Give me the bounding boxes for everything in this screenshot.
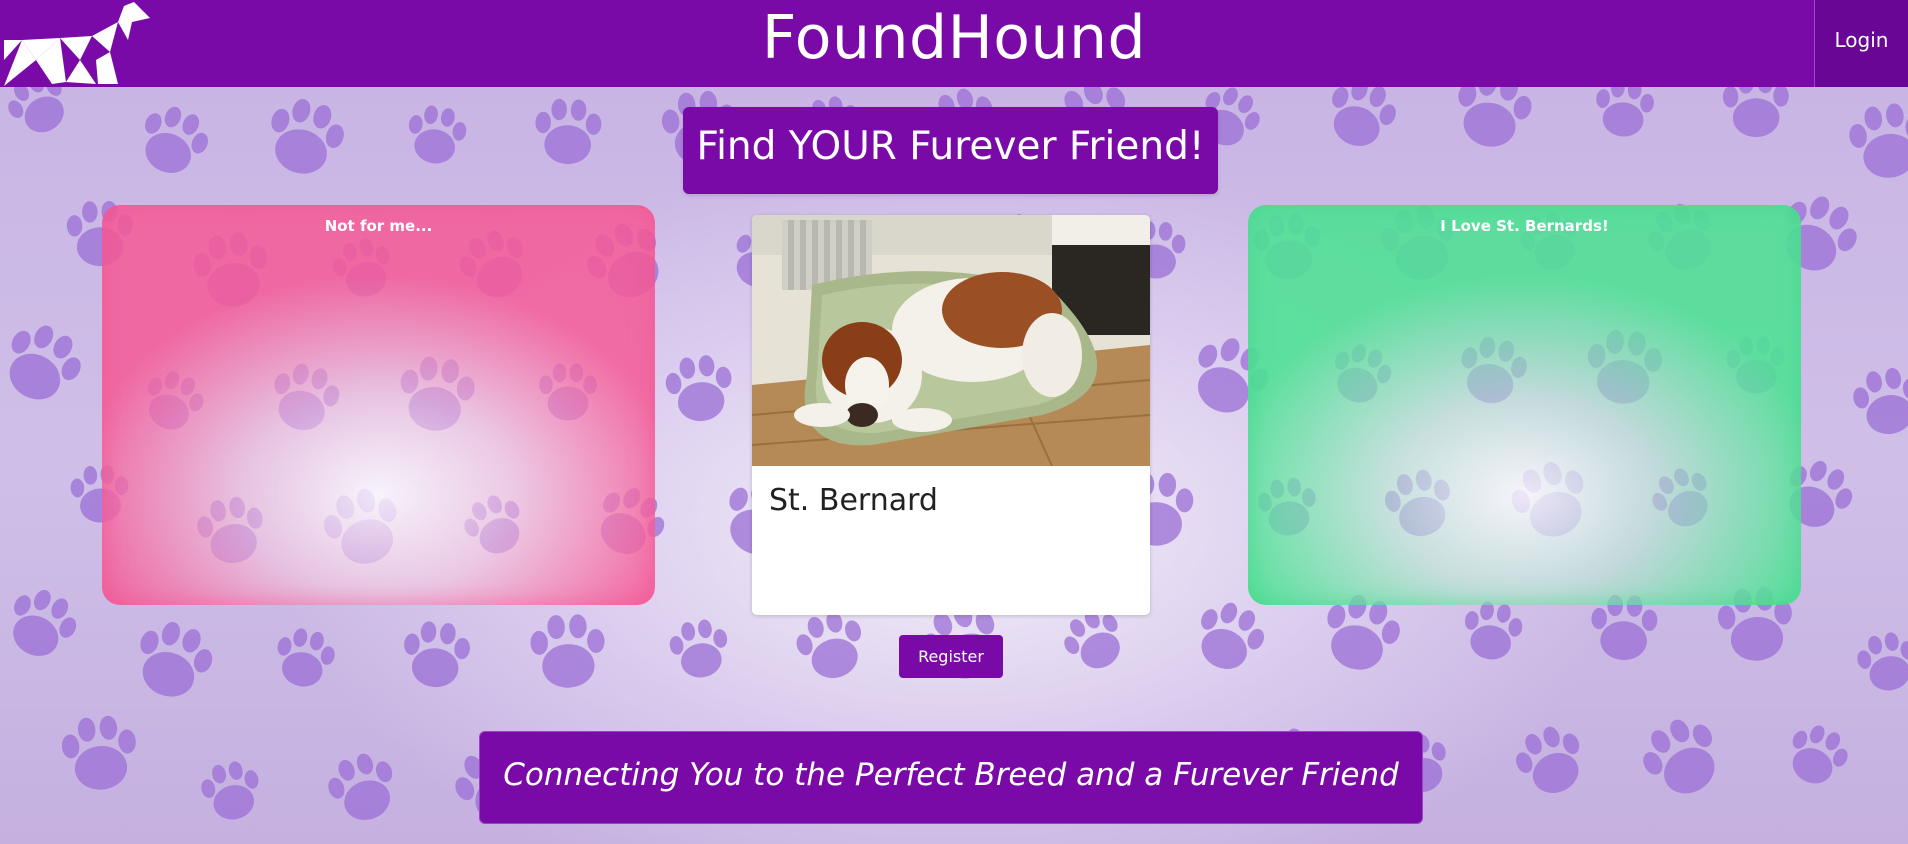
paw-print-icon	[1592, 87, 1657, 140]
tagline-banner: Connecting You to the Perfect Breed and …	[479, 731, 1423, 824]
reject-zone-label: Not for me...	[324, 217, 433, 235]
top-navbar: FoundHound Login	[0, 0, 1908, 87]
paw-print-icon	[130, 98, 217, 184]
breed-name: St. Bernard	[769, 483, 938, 518]
paw-print-icon	[1186, 594, 1273, 680]
paw-print-icon	[59, 713, 140, 793]
paw-print-icon	[529, 613, 607, 689]
accept-drop-zone[interactable]: I Love St. Bernards!	[1248, 205, 1801, 605]
reject-drop-zone[interactable]: Not for me...	[102, 205, 655, 605]
paw-print-icon	[1448, 87, 1538, 155]
page-headline: Find YOUR Furever Friend!	[683, 107, 1218, 194]
paw-print-icon	[400, 619, 472, 690]
paw-print-icon	[0, 580, 86, 668]
paw-print-icon	[270, 624, 339, 692]
paw-print-icon	[666, 616, 733, 682]
paw-print-icon	[126, 613, 221, 707]
paw-print-icon	[1507, 718, 1594, 804]
st-bernard-dog-photo	[752, 215, 1150, 466]
login-button[interactable]: Login	[1814, 0, 1908, 87]
paw-print-icon	[1845, 99, 1908, 183]
origami-dog-logo-icon[interactable]	[0, 0, 160, 87]
brand-title[interactable]: FoundHound	[0, 0, 1908, 87]
accept-zone-label: I Love St. Bernards!	[1440, 217, 1609, 235]
paw-print-icon	[1779, 717, 1856, 794]
paw-print-icon	[1902, 484, 1908, 578]
paw-print-icon	[1853, 628, 1908, 696]
paw-print-icon	[1849, 363, 1908, 440]
paw-print-icon	[403, 102, 470, 168]
paw-print-icon	[0, 313, 92, 414]
paw-print-icon	[1722, 87, 1790, 138]
paw-print-icon	[662, 352, 737, 425]
paw-print-icon	[1632, 707, 1733, 808]
paw-print-icon	[1319, 87, 1404, 156]
paw-print-icon	[259, 92, 351, 183]
paw-print-icon	[534, 97, 603, 166]
paw-print-icon	[0, 87, 78, 144]
paw-print-icon	[1459, 598, 1526, 664]
register-button[interactable]: Register	[899, 635, 1003, 678]
paw-print-icon	[321, 746, 405, 830]
paw-print-icon	[790, 605, 872, 687]
breed-card[interactable]: St. Bernard	[752, 215, 1150, 615]
paw-print-icon	[197, 757, 266, 825]
